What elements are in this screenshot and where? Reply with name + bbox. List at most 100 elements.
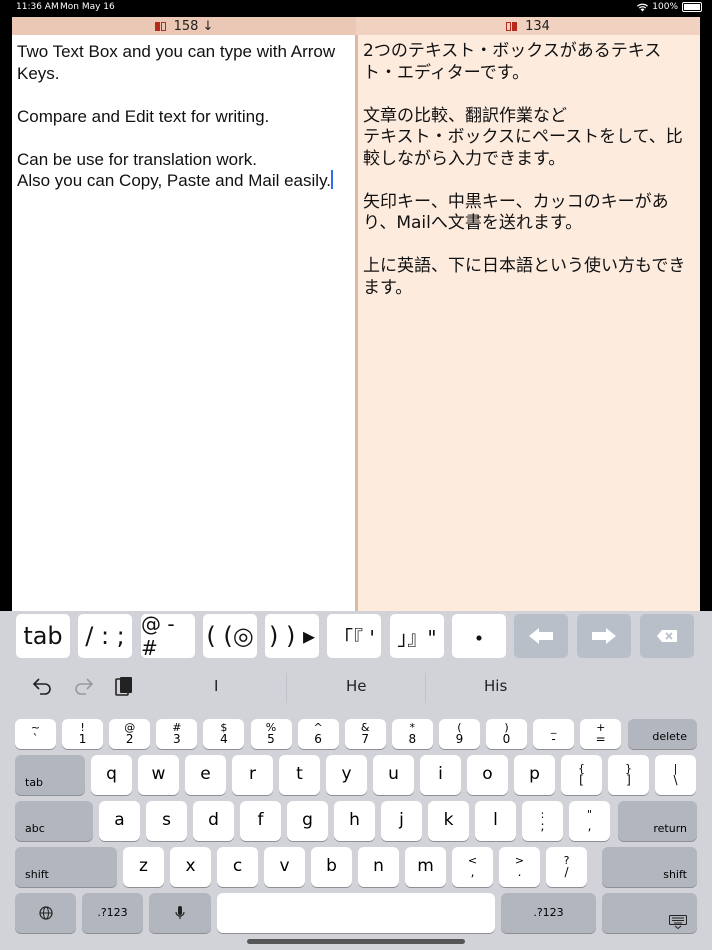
pane-toggle-icon[interactable] bbox=[506, 21, 518, 31]
numbers-key-left[interactable]: .?123 bbox=[82, 893, 143, 933]
numbers-key-right[interactable]: .?123 bbox=[501, 893, 596, 933]
number-key[interactable]: @2 bbox=[109, 719, 151, 749]
home-indicator[interactable] bbox=[247, 939, 465, 944]
left-arrow-key[interactable] bbox=[514, 614, 568, 658]
close-paren-key[interactable]: ) ) ▸ bbox=[265, 614, 319, 658]
symbol-key[interactable]: ? / bbox=[546, 847, 587, 887]
key-i[interactable]: i bbox=[420, 755, 461, 795]
battery-icon bbox=[682, 2, 702, 12]
arrow-right-icon bbox=[592, 628, 616, 644]
suggestion-1[interactable]: I bbox=[214, 677, 218, 695]
key-g[interactable]: g bbox=[287, 801, 328, 841]
key-k[interactable]: k bbox=[428, 801, 469, 841]
delete-icon bbox=[657, 630, 677, 642]
at-hash-key[interactable]: @ - # bbox=[141, 612, 195, 660]
key-label: 9 bbox=[455, 732, 464, 747]
symbol-key[interactable]: | \ bbox=[655, 755, 696, 795]
open-bracket-key[interactable]: 「『 ' bbox=[327, 614, 381, 658]
key-x[interactable]: x bbox=[170, 847, 211, 887]
right-char-count: 134 bbox=[525, 18, 550, 34]
suggestion-3[interactable]: His bbox=[484, 677, 507, 695]
undo-icon[interactable] bbox=[32, 677, 52, 695]
key-b[interactable]: b bbox=[311, 847, 352, 887]
microphone-icon bbox=[175, 906, 185, 919]
symbol-key[interactable]: <, bbox=[452, 847, 493, 887]
status-date: Mon May 16 bbox=[60, 2, 115, 12]
keyboard: tab / : ; @ - # ( (◎ ) ) ▸ 「『 ' 」』" ・ I … bbox=[0, 611, 712, 950]
key-e[interactable]: e bbox=[185, 755, 226, 795]
key-a[interactable]: a bbox=[99, 801, 140, 841]
hide-keyboard-key[interactable] bbox=[602, 893, 697, 933]
key-p[interactable]: p bbox=[514, 755, 555, 795]
symbol-key[interactable]: :; bbox=[522, 801, 563, 841]
number-key[interactable]: ) 0 bbox=[486, 719, 527, 749]
symbol-key[interactable]: >. bbox=[499, 847, 540, 887]
redo-icon[interactable] bbox=[74, 677, 94, 695]
key-t[interactable]: t bbox=[279, 755, 320, 795]
number-key[interactable]: + = bbox=[580, 719, 622, 749]
key-h[interactable]: h bbox=[334, 801, 375, 841]
key-label: , bbox=[470, 865, 475, 880]
key-label: 7 bbox=[361, 732, 369, 747]
key-o[interactable]: o bbox=[467, 755, 508, 795]
middle-dot-key[interactable]: ・ bbox=[452, 614, 506, 658]
key-c[interactable]: c bbox=[217, 847, 258, 887]
right-text-box[interactable]: 2つのテキスト・ボックスがあるテキスト・エディターです。 文章の比較、翻訳作業な… bbox=[358, 35, 700, 611]
number-key[interactable]: * 8 bbox=[391, 719, 433, 749]
number-key[interactable]: $4 bbox=[203, 719, 245, 749]
number-key[interactable]: (9 bbox=[438, 719, 480, 749]
key-f[interactable]: f bbox=[240, 801, 281, 841]
globe-key[interactable] bbox=[15, 893, 76, 933]
shift-left-key[interactable]: shift bbox=[15, 847, 117, 887]
number-key[interactable]: & 7 bbox=[344, 719, 386, 749]
delete-accessory-key[interactable] bbox=[640, 614, 694, 658]
key-m[interactable]: m bbox=[405, 847, 446, 887]
key-s[interactable]: s bbox=[146, 801, 187, 841]
number-key[interactable]: ^ 6 bbox=[297, 719, 339, 749]
key-z[interactable]: z bbox=[123, 847, 164, 887]
right-arrow-key[interactable] bbox=[577, 614, 631, 658]
key-l[interactable]: l bbox=[475, 801, 516, 841]
left-text-box[interactable]: Two Text Box and you can type with Arrow… bbox=[12, 35, 355, 611]
key-label: - bbox=[551, 732, 556, 747]
number-key[interactable]: ~ ` bbox=[15, 719, 56, 749]
close-bracket-key[interactable]: 」』" bbox=[390, 614, 444, 658]
number-key[interactable]: #3 bbox=[156, 719, 198, 749]
key-label: 1 bbox=[78, 732, 87, 747]
number-key[interactable]: _ - bbox=[533, 719, 575, 749]
key-v[interactable]: v bbox=[264, 847, 305, 887]
space-key[interactable] bbox=[217, 893, 495, 933]
pane-toggle-icon[interactable] bbox=[154, 21, 166, 31]
key-n[interactable]: n bbox=[358, 847, 399, 887]
key-label: 0 bbox=[502, 732, 511, 747]
abc-key[interactable]: abc bbox=[15, 801, 93, 841]
number-key[interactable]: % 5 bbox=[250, 719, 292, 749]
key-q[interactable]: q bbox=[91, 755, 132, 795]
key-d[interactable]: d bbox=[193, 801, 234, 841]
key-label: 5 bbox=[267, 732, 275, 747]
return-key[interactable]: return bbox=[618, 801, 697, 841]
suggestion-2[interactable]: He bbox=[346, 677, 367, 695]
shift-right-key[interactable]: shift bbox=[602, 847, 697, 887]
key-label: , bbox=[587, 819, 592, 834]
delete-key[interactable]: delete bbox=[628, 719, 697, 749]
key-u[interactable]: u bbox=[373, 755, 414, 795]
key-y[interactable]: y bbox=[326, 755, 367, 795]
key-label: . bbox=[517, 865, 522, 880]
open-paren-key[interactable]: ( (◎ bbox=[203, 614, 257, 658]
symbol-key[interactable]: }] bbox=[608, 755, 649, 795]
right-pane-header[interactable]: 134 bbox=[356, 17, 700, 35]
key-j[interactable]: j bbox=[381, 801, 422, 841]
tab-accessory-key[interactable]: tab bbox=[16, 614, 70, 658]
key-r[interactable]: r bbox=[232, 755, 273, 795]
suggestion-bar: I He His bbox=[0, 663, 712, 707]
tab-key[interactable]: tab bbox=[15, 755, 85, 795]
symbol-key[interactable]: {[ bbox=[561, 755, 602, 795]
number-key[interactable]: ! 1 bbox=[62, 719, 104, 749]
key-w[interactable]: w bbox=[138, 755, 179, 795]
left-pane-header[interactable]: 158 ↓ bbox=[12, 17, 356, 35]
symbol-key[interactable]: ", bbox=[569, 801, 610, 841]
dictation-key[interactable] bbox=[149, 893, 211, 933]
slash-colon-key[interactable]: / : ; bbox=[78, 614, 132, 658]
paste-icon[interactable] bbox=[114, 675, 134, 697]
